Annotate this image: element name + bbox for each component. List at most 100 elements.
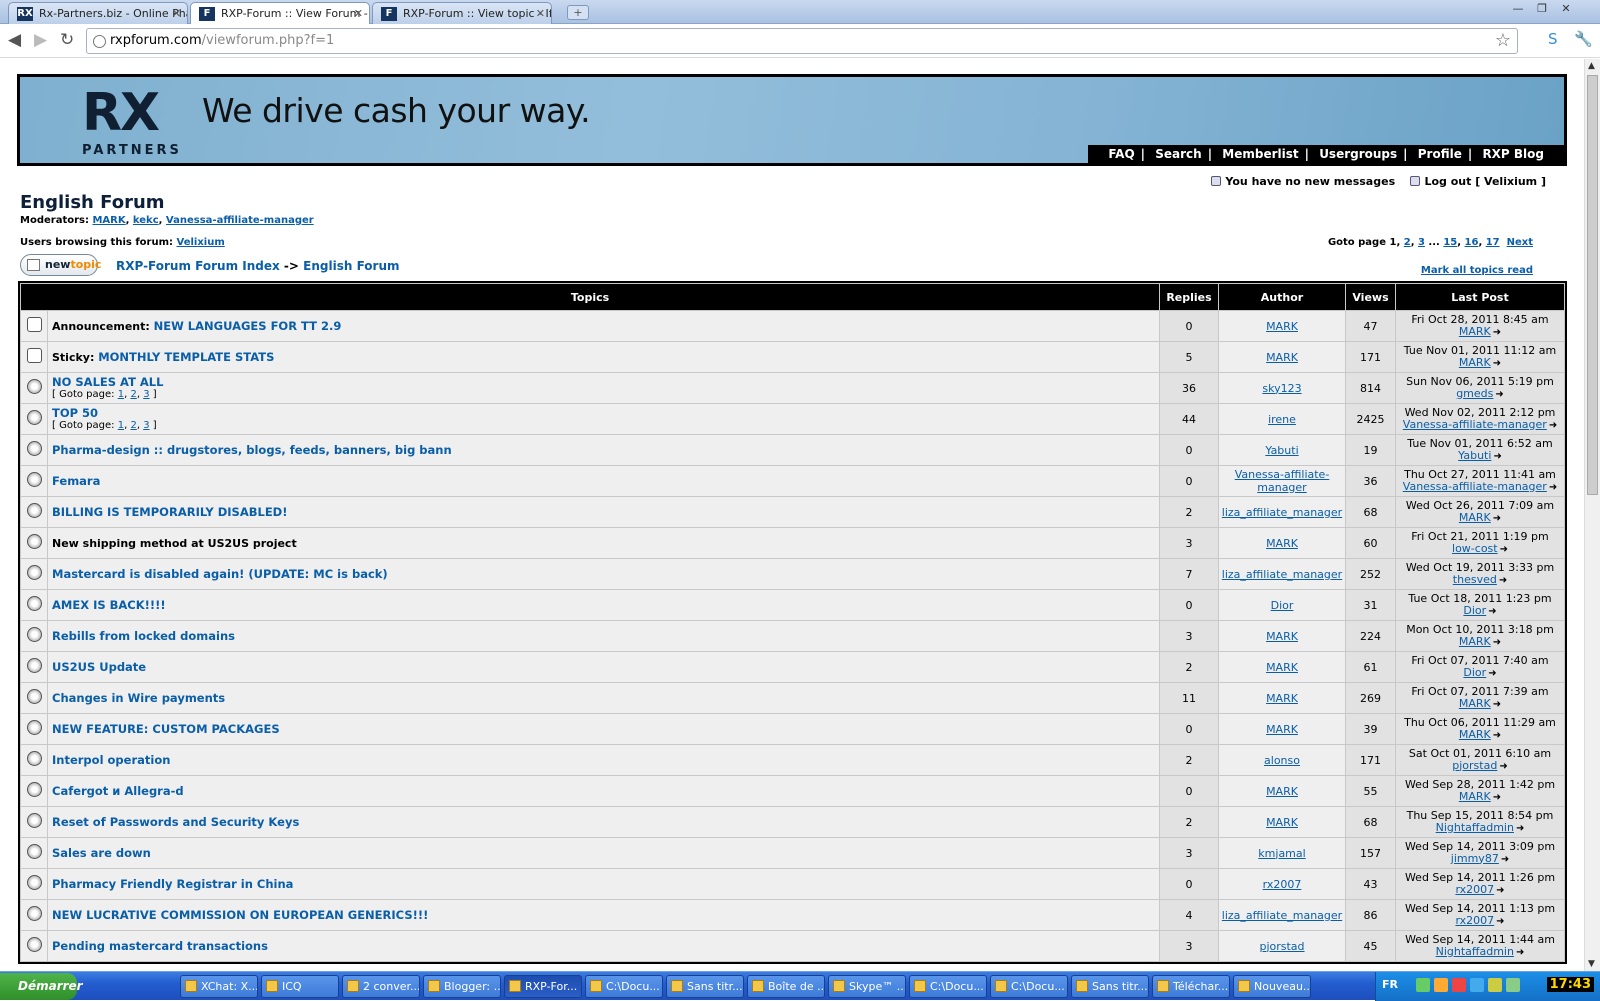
tray-icon[interactable]: [1452, 978, 1466, 992]
vertical-scrollbar[interactable]: ▲ ▼: [1584, 59, 1600, 971]
last-post-user-link[interactable]: MARK: [1459, 356, 1491, 369]
last-post-user-link[interactable]: MARK: [1459, 790, 1491, 803]
topic-title-link[interactable]: New shipping method at US2US project: [52, 537, 297, 550]
last-post-user-link[interactable]: thesved: [1453, 573, 1497, 586]
page-link[interactable]: 15: [1443, 237, 1457, 248]
topic-page-link[interactable]: 2: [130, 420, 136, 431]
address-bar[interactable]: rxpforum.com/viewforum.php?f=1 ☆: [86, 28, 1518, 54]
topic-title-link[interactable]: Pharmacy Friendly Registrar in China: [52, 877, 293, 891]
taskbar-item[interactable]: C:\Docu...: [909, 975, 987, 998]
topic-page-link[interactable]: 3: [143, 420, 149, 431]
view-latest-post-icon[interactable]: ➜: [1495, 389, 1503, 401]
tab-view-topic[interactable]: F RXP-Forum :: View topic - If yo ✕: [372, 2, 552, 24]
reload-icon[interactable]: ↻: [60, 31, 74, 49]
author-link[interactable]: liza_affiliate_manager: [1222, 909, 1342, 922]
close-icon[interactable]: ✕: [354, 3, 363, 24]
last-post-user-link[interactable]: Vanessa-affiliate-manager: [1403, 418, 1547, 431]
tab-rx-partners[interactable]: RX Rx-Partners.biz - Online Pharm ✕: [8, 2, 188, 24]
skype-extension-icon[interactable]: S: [1548, 30, 1558, 48]
taskbar-item[interactable]: Blogger: ...: [423, 975, 501, 998]
topic-page-link[interactable]: 2: [130, 389, 136, 400]
author-link[interactable]: MARK: [1266, 630, 1298, 643]
last-post-user-link[interactable]: Dior: [1463, 666, 1486, 679]
view-latest-post-icon[interactable]: ➜: [1493, 358, 1501, 370]
menu-rxp-blog[interactable]: RXP Blog: [1482, 147, 1544, 161]
taskbar-item[interactable]: ICQ: [261, 975, 339, 998]
last-post-user-link[interactable]: rx2007: [1455, 883, 1494, 896]
view-latest-post-icon[interactable]: ➜: [1549, 420, 1557, 432]
view-latest-post-icon[interactable]: ➜: [1500, 544, 1508, 556]
author-link[interactable]: Dior: [1271, 599, 1294, 612]
topic-title-link[interactable]: BILLING IS TEMPORARILY DISABLED!: [52, 505, 287, 519]
view-latest-post-icon[interactable]: ➜: [1501, 854, 1509, 866]
browsing-user-link[interactable]: Velixium: [177, 237, 225, 248]
page-link[interactable]: 3: [1418, 237, 1425, 248]
breadcrumb-forum-link[interactable]: English Forum: [303, 259, 399, 273]
new-tab-button[interactable]: +: [567, 5, 589, 20]
topic-title-link[interactable]: NO SALES AT ALL: [52, 375, 163, 389]
topic-title-link[interactable]: Rebills from locked domains: [52, 629, 235, 643]
view-latest-post-icon[interactable]: ➜: [1493, 513, 1501, 525]
view-latest-post-icon[interactable]: ➜: [1516, 823, 1524, 835]
taskbar-item[interactable]: Sans titr...: [666, 975, 744, 998]
author-link[interactable]: Yabuti: [1265, 444, 1298, 457]
page-link[interactable]: 2: [1404, 237, 1411, 248]
last-post-user-link[interactable]: Vanessa-affiliate-manager: [1403, 480, 1547, 493]
topic-title-link[interactable]: TOP 50: [52, 406, 98, 420]
moderator-link[interactable]: MARK: [92, 215, 125, 226]
author-link[interactable]: liza_affiliate_manager: [1222, 506, 1342, 519]
menu-profile[interactable]: Profile: [1418, 147, 1462, 161]
mark-all-read-link[interactable]: Mark all topics read: [1421, 265, 1533, 276]
last-post-user-link[interactable]: pjorstad: [1452, 759, 1497, 772]
author-link[interactable]: liza_affiliate_manager: [1222, 568, 1342, 581]
author-link[interactable]: sky123: [1262, 382, 1301, 395]
restore-icon[interactable]: ❐: [1532, 1, 1552, 17]
topic-title-link[interactable]: NEW LANGUAGES FOR TT 2.9: [154, 319, 342, 333]
topic-title-link[interactable]: Sales are down: [52, 846, 151, 860]
topic-title-link[interactable]: Cafergot и Allegra-d: [52, 784, 184, 798]
close-icon[interactable]: ✕: [536, 3, 545, 24]
last-post-user-link[interactable]: rx2007: [1455, 914, 1494, 927]
last-post-user-link[interactable]: MARK: [1459, 728, 1491, 741]
last-post-user-link[interactable]: low-cost: [1452, 542, 1498, 555]
last-post-user-link[interactable]: MARK: [1459, 325, 1491, 338]
author-link[interactable]: MARK: [1266, 816, 1298, 829]
menu-search[interactable]: Search: [1155, 147, 1201, 161]
page-link[interactable]: 17: [1486, 237, 1500, 248]
taskbar-item[interactable]: XChat: X...: [180, 975, 258, 998]
last-post-user-link[interactable]: MARK: [1459, 511, 1491, 524]
author-link[interactable]: Vanessa-affiliate-manager: [1235, 468, 1330, 494]
taskbar-item[interactable]: Nouveau...: [1233, 975, 1311, 998]
tray-icon[interactable]: [1416, 978, 1430, 992]
taskbar-item[interactable]: Sans titr...: [1071, 975, 1149, 998]
language-indicator[interactable]: FR: [1382, 978, 1398, 991]
topic-page-link[interactable]: 1: [118, 420, 124, 431]
messages-link[interactable]: You have no new messages: [1225, 175, 1395, 188]
view-latest-post-icon[interactable]: ➜: [1493, 637, 1501, 649]
close-window-icon[interactable]: ✕: [1556, 1, 1576, 17]
taskbar-item[interactable]: Skype™ ...: [828, 975, 906, 998]
author-link[interactable]: pjorstad: [1259, 940, 1304, 953]
last-post-user-link[interactable]: gmeds: [1456, 387, 1493, 400]
last-post-user-link[interactable]: MARK: [1459, 635, 1491, 648]
topic-title-link[interactable]: Interpol operation: [52, 753, 170, 767]
close-icon[interactable]: ✕: [172, 3, 181, 24]
view-latest-post-icon[interactable]: ➜: [1493, 699, 1501, 711]
author-link[interactable]: kmjamal: [1258, 847, 1305, 860]
topic-page-link[interactable]: 3: [143, 389, 149, 400]
scroll-down-icon[interactable]: ▼: [1588, 959, 1595, 969]
topic-title-link[interactable]: Pending mastercard transactions: [52, 939, 268, 953]
moderator-link[interactable]: Vanessa-affiliate-manager: [166, 215, 314, 226]
view-latest-post-icon[interactable]: ➜: [1496, 885, 1504, 897]
view-latest-post-icon[interactable]: ➜: [1496, 916, 1504, 928]
view-latest-post-icon[interactable]: ➜: [1493, 792, 1501, 804]
view-latest-post-icon[interactable]: ➜: [1493, 730, 1501, 742]
tray-icon[interactable]: [1488, 978, 1502, 992]
taskbar-item[interactable]: Téléchar...: [1152, 975, 1230, 998]
forward-icon[interactable]: ▶: [34, 31, 47, 49]
view-latest-post-icon[interactable]: ➜: [1499, 575, 1507, 587]
author-link[interactable]: rx2007: [1263, 878, 1302, 891]
taskbar-item[interactable]: C:\Docu...: [990, 975, 1068, 998]
menu-memberlist[interactable]: Memberlist: [1222, 147, 1298, 161]
author-link[interactable]: MARK: [1266, 661, 1298, 674]
